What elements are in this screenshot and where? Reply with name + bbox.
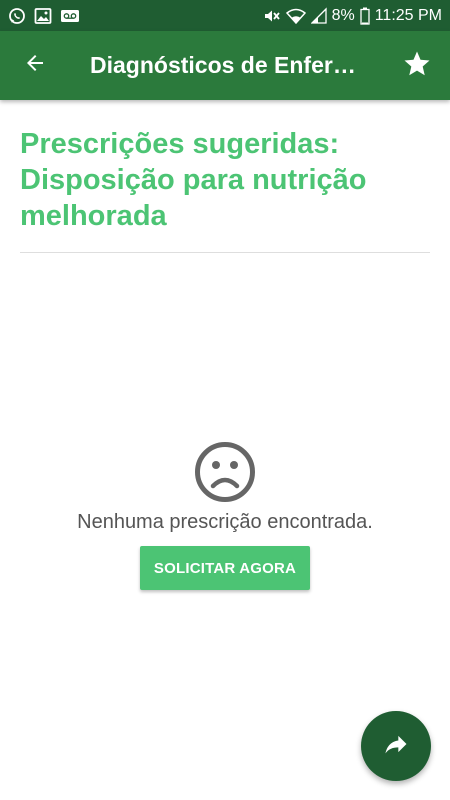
request-now-button[interactable]: SOLICITAR AGORA [140, 546, 310, 590]
page-heading: Prescrições sugeridas: Disposição para n… [20, 128, 367, 232]
battery-level: 8% [331, 6, 355, 24]
signal-icon [310, 6, 327, 25]
voicemail-icon [60, 7, 80, 25]
arrow-back-icon [23, 51, 47, 80]
favorite-button[interactable] [400, 49, 434, 83]
main-content: Prescrições sugeridas: Disposição para n… [0, 100, 450, 800]
image-icon [34, 7, 52, 25]
empty-message: Nenhuma prescrição encontrada. [77, 511, 373, 533]
back-button[interactable] [0, 31, 70, 100]
share-fab[interactable] [361, 711, 431, 781]
wifi-icon [285, 7, 306, 25]
notification-icons [8, 7, 80, 25]
battery-icon [360, 7, 370, 25]
clock: 11:25 PM [374, 6, 442, 24]
system-status: 8% 11:25 PM [263, 7, 442, 25]
sad-face-icon [195, 442, 255, 502]
app-title: Diagnósticos de Enfer… [90, 52, 356, 78]
whatsapp-icon [8, 7, 26, 25]
empty-state: Nenhuma prescrição encontrada. [0, 441, 450, 534]
star-icon [402, 49, 432, 84]
share-icon [382, 730, 410, 763]
app-bar: Diagnósticos de Enfer… [0, 31, 450, 100]
divider [20, 252, 430, 253]
mute-icon [263, 7, 281, 25]
status-bar: 8% 11:25 PM [0, 0, 450, 31]
